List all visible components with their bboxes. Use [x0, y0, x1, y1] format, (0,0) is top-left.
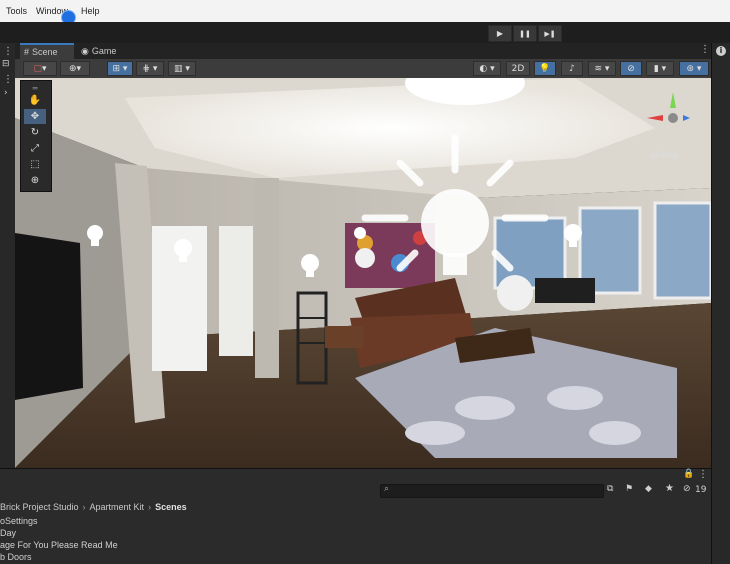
inspector-strip: i [711, 43, 730, 564]
scale-tool[interactable]: ⤢ [24, 141, 46, 156]
list-item[interactable]: age For You Please Read Me [0, 540, 118, 550]
kebab-icon[interactable]: ⋮ [698, 469, 708, 480]
menu-bar: Tools Window Help [0, 0, 730, 25]
search-input[interactable]: ⌕ [380, 484, 604, 498]
star-icon[interactable]: ★ [665, 483, 674, 494]
list-item[interactable]: Day [0, 528, 16, 538]
hierarchy-icon[interactable]: ⊟ [2, 59, 10, 69]
eye-off-icon[interactable]: ⊘ [683, 484, 691, 494]
pause-button[interactable]: ❚❚ [513, 25, 537, 42]
scale-icon: ⤢ [31, 143, 39, 154]
pause-icon: ❚❚ [519, 29, 531, 38]
rect-icon: ⬚ [30, 159, 40, 170]
rotate-icon: ↻ [30, 127, 40, 138]
step-icon: ▶❚ [544, 29, 556, 38]
tab-game[interactable]: ◉ Game [77, 43, 141, 59]
gamepad-icon: ◉ [81, 45, 89, 56]
tool-palette: ═ ✋ ✥ ↻ ⤢ ⬚ ⊕ [20, 80, 52, 192]
breadcrumb-current[interactable]: Scenes [155, 502, 187, 512]
effects-dropdown[interactable]: ≋ ▾ [588, 61, 616, 76]
chevron-right-icon[interactable]: › [4, 88, 8, 98]
breadcrumb-item[interactable]: Brick Project Studio [0, 502, 79, 512]
globe-dropdown[interactable]: ⊕ ▾ [60, 61, 90, 76]
tab-scene-label: Scene [32, 47, 58, 57]
increment-snap-dropdown[interactable]: ▥ ▾ [168, 61, 196, 76]
rotate-tool[interactable]: ↻ [24, 125, 46, 140]
grid-icon: # [24, 47, 30, 57]
project-panel-header: 🔒 ⋮ [0, 468, 711, 483]
hidden-count: 19 [695, 485, 707, 495]
chevron-right-icon: › [82, 502, 86, 512]
draw-mode-dropdown[interactable]: ▢ ▾ [23, 61, 57, 76]
grid-snap-dropdown[interactable]: ⋕ ▾ [136, 61, 164, 76]
lighting-toggle[interactable]: 💡 [534, 61, 556, 76]
menu-help[interactable]: Help [81, 6, 100, 16]
transform-icon: ⊕ [30, 175, 40, 186]
hand-tool[interactable]: ✋ [24, 93, 46, 108]
breadcrumb: Brick Project Studio › Apartment Kit › S… [0, 499, 711, 515]
eye-off-icon: ⊘ [627, 63, 635, 74]
move-tool[interactable]: ✥ [24, 109, 46, 124]
rect-tool[interactable]: ⬚ [24, 157, 46, 172]
chevron-right-icon: › [148, 502, 152, 512]
step-button[interactable]: ▶❚ [538, 25, 562, 42]
visibility-toggle[interactable]: ⊘ [620, 61, 642, 76]
info-icon[interactable]: i [716, 46, 726, 56]
play-icon: ▶ [496, 29, 504, 38]
play-button[interactable]: ▶ [488, 25, 512, 42]
main-toolbar: ▶ ❚❚ ▶❚ [0, 22, 730, 43]
scene-render [15, 78, 711, 468]
scene-view-toolbar: ▢ ▾ ⊕ ▾ ⊞ ▾ ⋕ ▾ ▥ ▾ ◐ ▾ 2D 💡 ♪ ≋ ▾ ⊘ ▮ ▾… [15, 59, 711, 79]
project-search-row: ⌕ ⧉ ⚑ ◆ ★ ⊘ 19 [0, 482, 711, 499]
mode-2d-button[interactable]: 2D [506, 61, 530, 76]
kebab-icon[interactable]: ⋮ [3, 46, 13, 57]
tab-game-label: Game [91, 46, 117, 56]
scene-tab-bar: # Scene ◉ Game ⋮ [15, 43, 711, 59]
label-icon[interactable]: ◆ [645, 484, 652, 494]
audio-toggle[interactable]: ♪ [561, 61, 583, 76]
move-icon: ✥ [30, 111, 40, 122]
kebab-icon[interactable]: ⋮ [700, 44, 710, 55]
tab-scene[interactable]: # Scene [20, 43, 74, 59]
list-item[interactable]: oSettings [0, 516, 38, 526]
hand-icon: ✋ [28, 95, 42, 106]
kebab-icon[interactable]: ⋮ [3, 74, 13, 85]
mode-2d-label: 2D [511, 63, 525, 74]
pivot-dropdown[interactable]: ⊞ ▾ [107, 61, 133, 76]
projection-label[interactable]: ≤Persp [650, 150, 678, 160]
camera-dropdown[interactable]: ▮ ▾ [646, 61, 674, 76]
file-list: oSettings Day age For You Please Read Me… [0, 515, 711, 564]
lock-icon[interactable]: 🔒 [683, 469, 694, 479]
list-item[interactable]: b Doors [0, 552, 32, 562]
breadcrumb-item[interactable]: Apartment Kit [90, 502, 145, 512]
menu-tools[interactable]: Tools [6, 6, 27, 16]
shading-dropdown[interactable]: ◐ ▾ [473, 61, 501, 76]
filter-type-icon[interactable]: ⚑ [625, 484, 633, 494]
create-icon[interactable]: ⧉ [607, 484, 613, 494]
scene-viewport[interactable] [15, 78, 711, 468]
search-icon: ⌕ [384, 484, 390, 494]
light-bulb-icon: 💡 [539, 63, 551, 74]
gizmos-dropdown[interactable]: ⊛ ▾ [679, 61, 709, 76]
palette-handle[interactable]: ═ [24, 84, 46, 93]
transform-tool[interactable]: ⊕ [24, 173, 46, 188]
